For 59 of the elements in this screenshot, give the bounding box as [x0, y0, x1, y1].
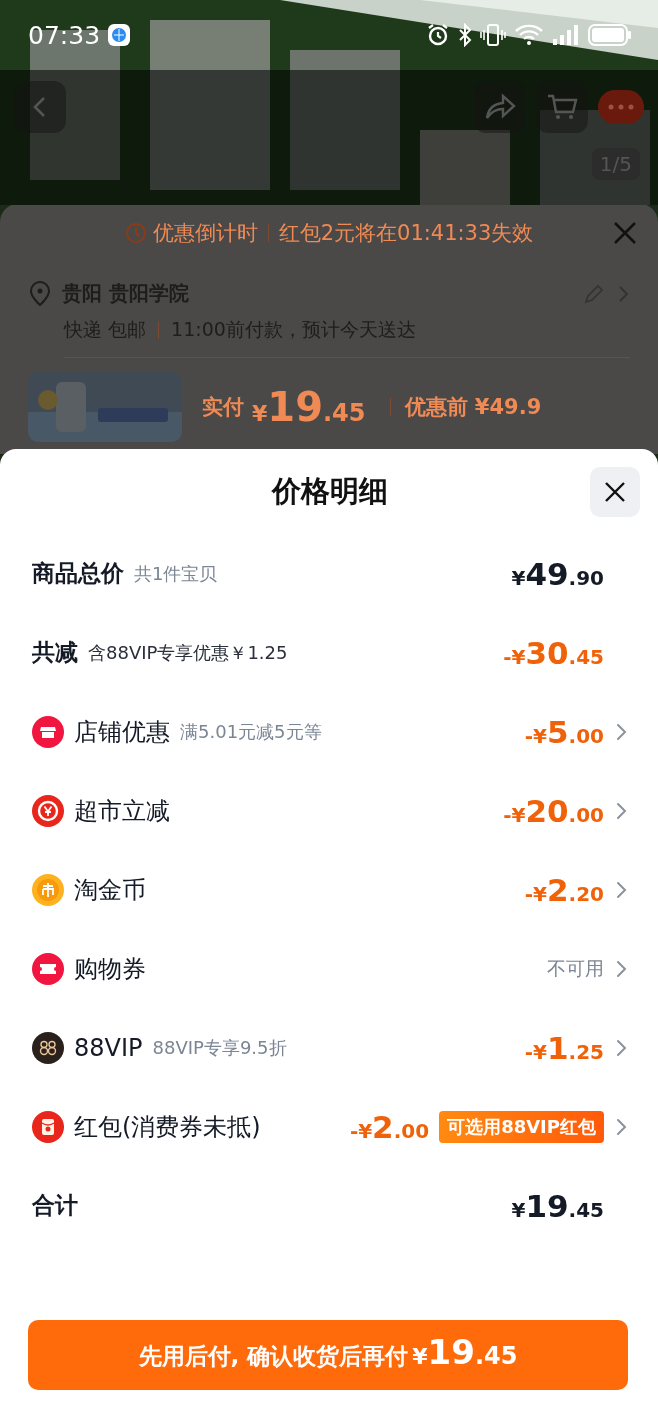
offer-badge[interactable]: 可选用88VIP红包: [439, 1110, 604, 1143]
row-label: 商品总价: [32, 559, 124, 588]
chevron-right-icon: [614, 1117, 628, 1136]
row-label: 合计: [32, 1191, 78, 1220]
row-label: 店铺优惠: [74, 716, 170, 748]
clock-icon: [124, 222, 147, 244]
row-note: 共1件宝贝: [134, 561, 218, 586]
cart-icon: [546, 92, 578, 122]
chevron-right-icon: [614, 1038, 628, 1057]
wifi-icon: [514, 23, 544, 47]
signal-icon: [552, 23, 580, 47]
coin-icon: [32, 873, 64, 906]
envelope-icon: [32, 1110, 64, 1143]
chevron-right-icon: [614, 722, 628, 741]
row-label: 红包(消费券未抵): [74, 1111, 261, 1143]
pay-label: 实付: [202, 394, 244, 421]
amount-text: -¥2.00: [349, 1108, 430, 1145]
location-pin-icon: [28, 280, 52, 307]
amount-text: -¥5.00: [524, 713, 604, 750]
vibrate-icon: [480, 23, 506, 47]
alarm-icon: [426, 23, 450, 47]
countdown-label: 优惠倒计时: [152, 220, 258, 247]
amount-text: -¥2.20: [524, 871, 604, 908]
cart-button[interactable]: [536, 81, 588, 133]
ticket-icon: [32, 952, 64, 985]
close-button[interactable]: [590, 467, 640, 517]
pay-button[interactable]: 先用后付, 确认收货后再付 ¥19.45: [28, 1320, 628, 1390]
row-note: 88VIP专享9.5折: [152, 1035, 287, 1060]
row-label: 淘金币: [74, 874, 146, 906]
battery-icon: [588, 23, 632, 47]
yen-icon: [32, 794, 64, 827]
vip-icon: [32, 1031, 64, 1064]
store-icon: [32, 715, 64, 748]
close-icon: [604, 481, 626, 503]
amount-text: -¥1.25: [524, 1029, 604, 1066]
amount-text: -¥30.45: [503, 634, 604, 671]
row-label: 88VIP: [74, 1033, 143, 1062]
back-button[interactable]: [14, 81, 66, 133]
browser-icon: [108, 24, 131, 46]
row-label: 共减: [32, 638, 78, 667]
row-label: 超市立减: [74, 795, 170, 827]
amount-text: -¥20.00: [503, 792, 604, 829]
amount-text: ¥19.45: [511, 1187, 604, 1224]
chevron-right-icon: [616, 283, 630, 304]
more-icon: [608, 104, 634, 110]
countdown-message: 红包2元将在01:41:33失效: [278, 220, 534, 247]
row-note: 含88VIP专享优惠￥1.25: [88, 640, 288, 665]
status-text: 不可用: [547, 955, 604, 981]
row-note: 满5.01元减5元等: [180, 719, 322, 744]
bluetooth-icon: [458, 23, 472, 47]
amount-text: ¥49.90: [511, 555, 604, 592]
chevron-right-icon: [614, 959, 628, 978]
original-price: 优惠前 ¥49.9: [404, 394, 542, 421]
row-label: 购物券: [74, 953, 146, 985]
sheet-title: 价格明细: [272, 472, 388, 510]
share-button[interactable]: [474, 81, 526, 133]
pay-price: ¥19.45: [252, 384, 366, 430]
chevron-right-icon: [614, 801, 628, 820]
chevron-right-icon: [614, 880, 628, 899]
